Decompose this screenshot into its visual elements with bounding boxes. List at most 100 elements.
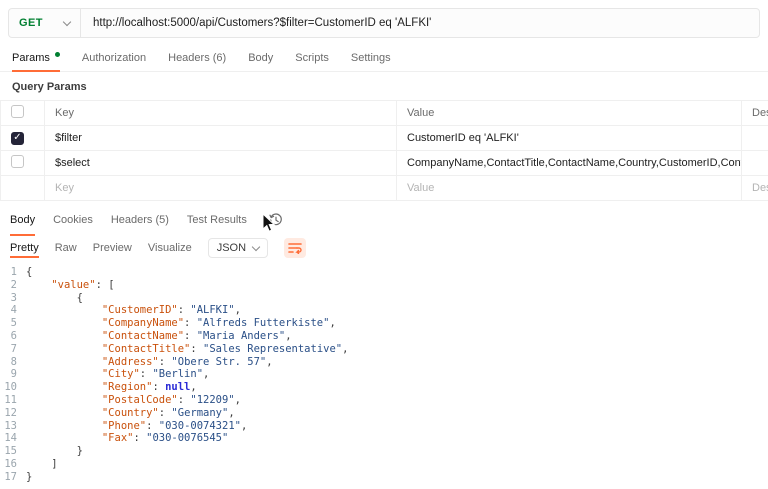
code-line: 2 "value": [ [0,279,768,292]
line-number: 12 [0,407,26,420]
line-number: 17 [0,471,26,484]
tab-label: Authorization [82,52,146,64]
response-view-toolbar: Pretty Raw Preview Visualize JSON [0,235,768,263]
param-row: $selectCompanyName,ContactTitle,ContactN… [1,151,768,176]
method-label: GET [19,17,43,29]
param-description[interactable] [742,126,768,151]
code-text: "ContactTitle": "Sales Representative", [26,343,348,356]
request-tab-authorization[interactable]: Authorization [82,44,146,71]
request-tab-scripts[interactable]: Scripts [295,44,329,71]
tab-label: Body [248,52,273,64]
tab-label: Headers (5) [111,214,169,226]
code-line: 7 "ContactTitle": "Sales Representative"… [0,343,768,356]
url-input[interactable]: http://localhost:5000/api/Customers?$fil… [81,17,759,29]
code-line: 14 "Fax": "030-0076545" [0,432,768,445]
checkbox-cell [1,101,45,126]
checkbox-unchecked[interactable] [11,155,24,168]
response-tab-headers-5[interactable]: Headers (5) [111,205,169,235]
tab-label: Visualize [148,242,192,254]
request-history-button[interactable] [269,205,283,235]
table-header-row: KeyValueDescription [1,101,768,126]
line-number: 1 [0,266,26,279]
view-tab-visualize[interactable]: Visualize [148,239,192,257]
request-tab-headers-6[interactable]: Headers (6) [168,44,226,71]
request-tabs: Params Authorization Headers (6) Body Script… [0,44,768,72]
tab-label: Cookies [53,214,93,226]
line-number: 5 [0,317,26,330]
code-text: { [26,292,83,305]
wrap-text-button[interactable] [284,238,306,258]
param-description-placeholder[interactable]: Desc [742,176,768,201]
checkbox-cell [1,151,45,176]
postman-window: GET http://localhost:5000/api/Customers?… [0,8,768,484]
response-tabs: Body Cookies Headers (5) Test Results [0,205,768,235]
response-tab-cookies[interactable]: Cookies [53,205,93,235]
request-tab-params[interactable]: Params [12,44,60,71]
param-value[interactable]: CustomerID eq 'ALFKI' [397,126,742,151]
checkbox-checked[interactable]: ✓ [11,132,24,145]
param-row: ✓ $filterCustomerID eq 'ALFKI' [1,126,768,151]
tab-label: Scripts [295,52,329,64]
tab-label: Settings [351,52,391,64]
code-text: "CustomerID": "ALFKI", [26,304,241,317]
code-text: "value": [ [26,279,115,292]
code-text: { [26,266,32,279]
code-text: } [26,445,83,458]
view-tab-raw[interactable]: Raw [55,239,77,257]
tab-label: Test Results [187,214,247,226]
code-line: 4 "CustomerID": "ALFKI", [0,304,768,317]
code-text: "Phone": "030-0074321", [26,420,247,433]
checkbox-unchecked[interactable] [11,105,24,118]
code-text: ] [26,458,58,471]
response-tab-test-results[interactable]: Test Results [187,205,247,235]
line-number: 2 [0,279,26,292]
code-line: 17} [0,471,768,484]
chevron-down-icon [252,243,260,251]
request-tab-body[interactable]: Body [248,44,273,71]
code-line: 11 "PostalCode": "12209", [0,394,768,407]
line-number: 16 [0,458,26,471]
format-dropdown[interactable]: JSON [208,238,268,258]
line-number: 11 [0,394,26,407]
param-value[interactable]: CompanyName,ContactTitle,ContactName,Cou… [397,151,742,176]
column-header-key[interactable]: Key [45,101,397,126]
response-body-json[interactable]: 1{2 "value": [3 {4 "CustomerID": "ALFKI"… [0,263,768,484]
code-text: "City": "Berlin", [26,368,209,381]
line-number: 15 [0,445,26,458]
method-selector[interactable]: GET [9,9,81,37]
code-line: 9 "City": "Berlin", [0,368,768,381]
line-number: 14 [0,432,26,445]
format-label: JSON [217,242,246,254]
line-number: 9 [0,368,26,381]
param-key[interactable]: $filter [45,126,397,151]
view-tab-preview[interactable]: Preview [93,239,132,257]
request-url-bar: GET http://localhost:5000/api/Customers?… [8,8,760,38]
code-line: 15 } [0,445,768,458]
column-header-value[interactable]: Value [397,101,742,126]
code-text: "Address": "Obere Str. 57", [26,356,273,369]
tab-label: Pretty [10,242,39,254]
wrap-text-icon [288,242,302,254]
line-number: 13 [0,420,26,433]
tab-label: Raw [55,242,77,254]
code-text: "CompanyName": "Alfreds Futterkiste", [26,317,336,330]
param-key[interactable]: $select [45,151,397,176]
query-params-table: KeyValueDescription✓$filterCustomerID eq… [0,100,768,201]
request-tab-settings[interactable]: Settings [351,44,391,71]
param-description[interactable] [742,151,768,176]
code-line: 8 "Address": "Obere Str. 57", [0,356,768,369]
column-header-description[interactable]: Description [742,101,768,126]
line-number: 10 [0,381,26,394]
param-value-placeholder[interactable]: Value [397,176,742,201]
code-text: "PostalCode": "12209", [26,394,241,407]
code-line: 13 "Phone": "030-0074321", [0,420,768,433]
param-key-placeholder[interactable]: Key [45,176,397,201]
code-line: 3 { [0,292,768,305]
param-placeholder-row: KeyValueDesc [1,176,768,201]
query-params-title: Query Params [0,72,768,100]
code-text: "ContactName": "Maria Anders", [26,330,292,343]
checkbox-cell [1,176,45,201]
response-tab-body[interactable]: Body [10,205,35,235]
line-number: 6 [0,330,26,343]
view-tab-pretty[interactable]: Pretty [10,239,39,257]
